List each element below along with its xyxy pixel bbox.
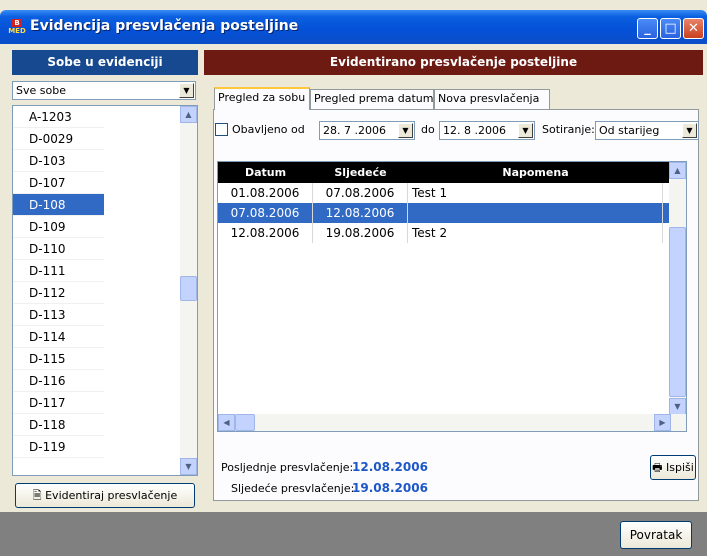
table-row[interactable]: 07.08.2006 12.08.2006 <box>218 203 673 223</box>
main-window: B MED Evidencija presvlačenja posteljine… <box>0 0 707 556</box>
record-change-button[interactable]: 🗎 Evidentiraj presvlačenje <box>15 483 195 508</box>
app-icon-bottom: MED <box>8 27 26 35</box>
grid-horizontal-scrollbar[interactable]: ◀ ▶ <box>218 414 686 431</box>
table-cell: 12.08.2006 <box>313 203 408 223</box>
list-item[interactable]: D-103 <box>13 150 104 172</box>
table-cell: 12.08.2006 <box>218 223 313 243</box>
table-cell: Test 2 <box>408 223 663 243</box>
sort-dropdown[interactable]: Od starijeg ▼ <box>595 121 699 140</box>
scroll-left-icon[interactable]: ◀ <box>218 414 235 431</box>
list-item[interactable]: D-112 <box>13 282 104 304</box>
right-panel: Evidentirano presvlačenje posteljine Pre… <box>204 44 703 512</box>
grid-header: Datum Sljedeće Napomena <box>218 162 673 183</box>
scroll-thumb[interactable] <box>669 227 686 397</box>
chevron-down-icon[interactable]: ▼ <box>682 123 697 138</box>
room-list[interactable]: A-1203 D-0029 D-103 D-107 D-108 D-109 D-110 D-1… <box>12 105 198 476</box>
date-from-value: 28. 7 .2006 <box>323 124 386 137</box>
room-filter-dropdown[interactable]: Sve sobe ▼ <box>12 81 196 100</box>
printer-icon: 🖶 <box>652 461 663 474</box>
client-area: Sobe u evidenciji Sve sobe ▼ A-1203 D-002… <box>4 44 703 512</box>
scroll-down-icon[interactable]: ▼ <box>669 398 686 415</box>
list-item[interactable]: D-116 <box>13 370 104 392</box>
column-header-next[interactable]: Sljedeće <box>313 162 408 183</box>
sort-value: Od starijeg <box>599 124 660 137</box>
grid-vertical-scrollbar[interactable]: ▲ ▼ <box>669 162 686 415</box>
records-header: Evidentirano presvlačenje posteljine <box>204 50 703 75</box>
scroll-down-icon[interactable]: ▼ <box>180 458 197 475</box>
table-cell: 19.08.2006 <box>313 223 408 243</box>
scroll-up-icon[interactable]: ▲ <box>180 106 197 123</box>
scroll-up-icon[interactable]: ▲ <box>669 162 686 179</box>
done-from-checkbox[interactable] <box>215 123 228 136</box>
table-cell: 01.08.2006 <box>218 183 313 203</box>
done-from-label: Obavljeno od <box>232 123 305 136</box>
last-change-label: Posljednje presvlačenje: <box>221 461 354 474</box>
table-cell <box>408 203 663 223</box>
chevron-down-icon[interactable]: ▼ <box>518 123 533 138</box>
list-item[interactable]: D-113 <box>13 304 104 326</box>
list-item[interactable]: D-0029 <box>13 128 104 150</box>
list-item[interactable]: D-110 <box>13 238 104 260</box>
app-icon-top: B <box>12 19 22 27</box>
chevron-down-icon[interactable]: ▼ <box>398 123 413 138</box>
column-header-note[interactable]: Napomena <box>408 162 663 183</box>
date-from-picker[interactable]: 28. 7 .2006 ▼ <box>319 121 415 140</box>
table-cell: 07.08.2006 <box>313 183 408 203</box>
sort-label: Sotiranje: <box>542 123 595 136</box>
minimize-button[interactable]: _ <box>637 18 658 39</box>
next-change-value: 19.08.2006 <box>352 481 428 495</box>
scroll-thumb[interactable] <box>180 276 197 301</box>
last-change-value: 12.08.2006 <box>352 460 428 474</box>
print-button[interactable]: 🖶 Ispiši <box>650 455 696 480</box>
table-row[interactable]: 01.08.2006 07.08.2006 Test 1 <box>218 183 673 203</box>
list-item[interactable]: D-111 <box>13 260 104 282</box>
window-title: Evidencija presvlačenja posteljine <box>30 18 299 34</box>
column-header-date[interactable]: Datum <box>218 162 313 183</box>
table-row[interactable]: 12.08.2006 19.08.2006 Test 2 <box>218 223 673 243</box>
list-item[interactable]: D-118 <box>13 414 104 436</box>
list-item[interactable]: D-115 <box>13 348 104 370</box>
scroll-right-icon[interactable]: ▶ <box>654 414 671 431</box>
rooms-header: Sobe u evidenciji <box>12 50 198 75</box>
records-grid[interactable]: Datum Sljedeće Napomena 01.08.2006 07.08.… <box>217 161 687 432</box>
table-cell: 07.08.2006 <box>218 203 313 223</box>
to-label: do <box>421 123 435 136</box>
list-item[interactable]: D-108 <box>13 194 104 216</box>
date-to-value: 12. 8 .2006 <box>443 124 506 137</box>
tab-new-changes[interactable]: Nova presvlačenja <box>434 89 550 109</box>
list-item[interactable]: D-114 <box>13 326 104 348</box>
record-change-button-label: Evidentiraj presvlačenje <box>45 489 178 502</box>
list-item[interactable]: D-119 <box>13 436 104 458</box>
app-icon: B MED <box>8 19 26 37</box>
list-item[interactable]: D-109 <box>13 216 104 238</box>
title-bar[interactable]: B MED Evidencija presvlačenja posteljine… <box>0 10 707 44</box>
chevron-down-icon[interactable]: ▼ <box>179 83 194 98</box>
room-items: A-1203 D-0029 D-103 D-107 D-108 D-109 D-110 D-1… <box>13 106 197 458</box>
date-to-picker[interactable]: 12. 8 .2006 ▼ <box>439 121 535 140</box>
room-filter-value: Sve sobe <box>16 84 66 97</box>
table-cell: Test 1 <box>408 183 663 203</box>
next-change-label: Sljedeće presvlačenje: <box>231 482 355 495</box>
list-item[interactable]: D-117 <box>13 392 104 414</box>
list-item[interactable]: A-1203 <box>13 106 104 128</box>
close-button[interactable]: ✕ <box>683 18 704 39</box>
back-button[interactable]: Povratak <box>620 521 692 549</box>
tab-by-date[interactable]: Pregled prema datumu <box>310 89 440 109</box>
list-item[interactable]: D-107 <box>13 172 104 194</box>
room-list-scrollbar[interactable]: ▲ ▼ <box>180 106 197 475</box>
tab-room-view[interactable]: Pregled za sobu <box>214 87 310 110</box>
bottom-bar <box>0 512 707 556</box>
scroll-thumb[interactable] <box>235 414 255 431</box>
maximize-button[interactable]: □ <box>660 18 681 39</box>
document-icon: 🗎 <box>32 489 46 502</box>
print-button-label: Ispiši <box>666 461 694 474</box>
